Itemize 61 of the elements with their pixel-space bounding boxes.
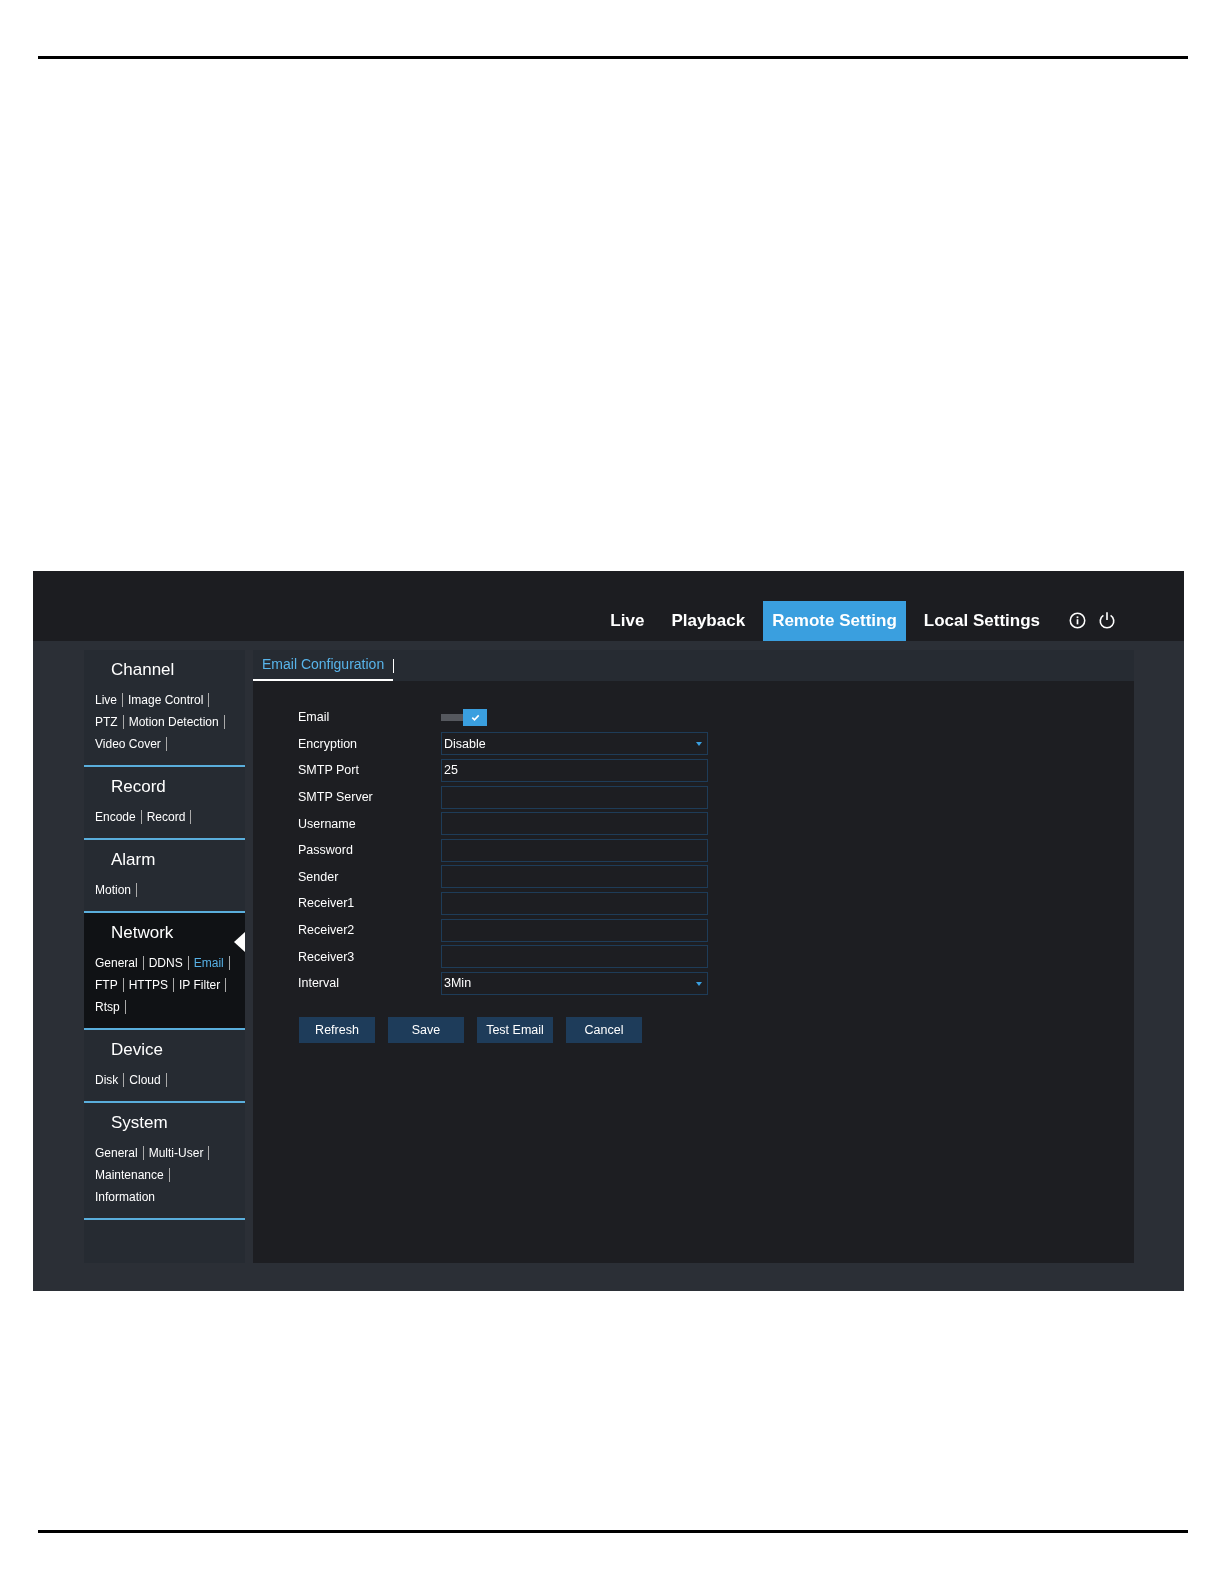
section-title[interactable]: System [95, 1103, 245, 1142]
field-label: SMTP Port [298, 763, 360, 778]
submenu-link[interactable]: Disk [95, 1073, 119, 1087]
section-title[interactable]: Record [95, 767, 245, 806]
input-field[interactable] [441, 865, 708, 889]
submenu-link[interactable]: PTZ [95, 715, 118, 729]
nav-tab[interactable]: Live [601, 601, 654, 641]
field-label: Email [298, 710, 331, 725]
submenu-link[interactable]: HTTPS [128, 978, 168, 992]
power-icon[interactable] [1098, 611, 1116, 629]
action-button[interactable]: Cancel [566, 1016, 642, 1043]
submenu-link[interactable]: Rtsp [95, 1000, 120, 1014]
dropdown[interactable]: 3Min [441, 971, 708, 995]
submenu-link[interactable]: FTP [95, 978, 118, 992]
caret-icon [696, 981, 702, 986]
submenu-link[interactable]: Live [95, 693, 117, 707]
action-button[interactable]: Test Email [477, 1016, 553, 1043]
nav-tab[interactable]: Playback [662, 601, 755, 641]
input-field[interactable] [441, 785, 708, 809]
submenu-link[interactable]: Video Cover [95, 737, 161, 751]
submenu-link[interactable]: General [95, 956, 138, 970]
input-field[interactable] [441, 891, 708, 915]
field-label: Username [298, 816, 357, 831]
submenu-link[interactable]: Motion Detection [128, 715, 219, 729]
field-label: Receiver3 [298, 949, 356, 964]
field-label: Sender [298, 869, 340, 884]
submenu-link[interactable]: Multi-User [148, 1146, 204, 1160]
field-label: SMTP Server [298, 790, 374, 805]
caret-icon [696, 742, 702, 747]
submenu-link[interactable]: Image Control [128, 693, 204, 707]
section-title[interactable]: Device [95, 1030, 245, 1069]
nav-tab[interactable]: Local Settings [914, 601, 1049, 641]
submenu-link[interactable]: Cloud [129, 1073, 161, 1087]
action-button[interactable]: Refresh [299, 1016, 375, 1043]
section-title[interactable]: Channel [95, 650, 245, 689]
input-field[interactable] [441, 918, 708, 942]
submenu-link[interactable]: Encode [95, 810, 136, 824]
dropdown[interactable]: Disable [441, 732, 708, 756]
submenu-link[interactable]: General [95, 1146, 138, 1160]
submenu-link[interactable]: Maintenance [95, 1168, 164, 1182]
section-title[interactable]: Alarm [95, 840, 245, 879]
section-title[interactable]: Network [95, 913, 245, 952]
field-label: Interval [298, 976, 340, 991]
toggle-switch[interactable] [441, 708, 487, 726]
input-field[interactable] [441, 812, 708, 836]
input-field[interactable] [441, 838, 708, 862]
field-label: Receiver2 [298, 923, 356, 938]
submenu-link[interactable]: IP Filter [179, 978, 221, 992]
tab[interactable]: Email Configuration [253, 650, 394, 681]
submenu-link[interactable]: DDNS [148, 956, 183, 970]
submenu-link[interactable]: Motion [95, 883, 132, 897]
input-field[interactable] [441, 945, 708, 969]
action-button[interactable]: Save [388, 1016, 464, 1043]
field-label: Password [298, 843, 354, 858]
submenu-link[interactable]: Email [193, 956, 224, 970]
submenu-link[interactable]: Information [95, 1190, 156, 1204]
input-field[interactable]: 25 [441, 759, 708, 782]
field-label: Encryption [298, 736, 359, 751]
submenu-link[interactable]: Record [146, 810, 186, 824]
info-icon[interactable] [1069, 612, 1086, 629]
field-label: Receiver1 [298, 896, 356, 911]
